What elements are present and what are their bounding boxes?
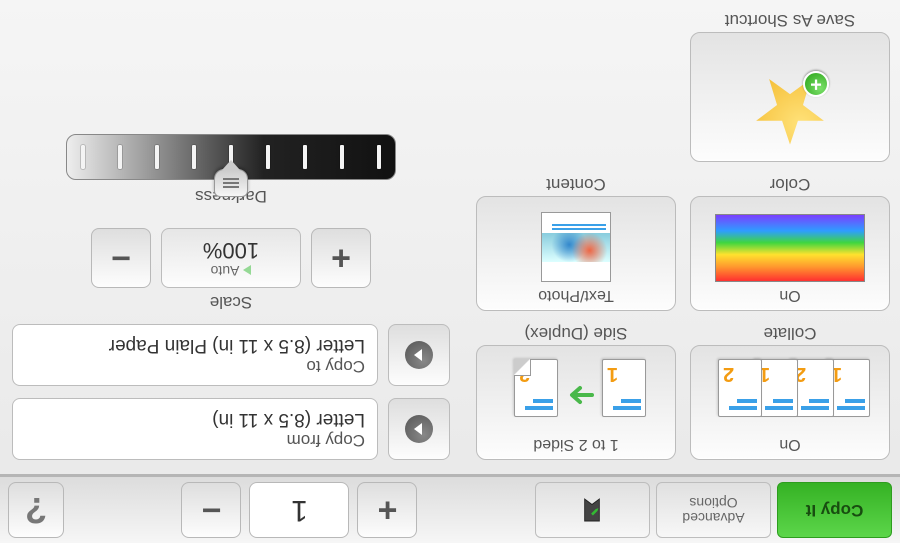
darkness-handle[interactable] bbox=[214, 169, 248, 197]
shortcut-caption: Save As Shortcut bbox=[725, 10, 855, 30]
help-button[interactable]: ? bbox=[8, 482, 64, 538]
copies-decrement-button[interactable]: − bbox=[182, 482, 242, 538]
copy-to-value: Letter (8.5 x 11 in) Plain Paper bbox=[25, 334, 365, 356]
copy-from-value: Letter (8.5 x 11 in) bbox=[25, 408, 365, 430]
scale-auto-label: Auto bbox=[211, 262, 240, 277]
text-photo-icon bbox=[541, 212, 611, 282]
scale-caption: Scale bbox=[210, 292, 253, 312]
darkness-group: Darkness bbox=[66, 134, 396, 206]
scale-group: Scale + Auto 100% − bbox=[91, 228, 371, 312]
collate-icon: 1 2 1 2 bbox=[718, 359, 862, 431]
settings-column: Copy from Letter (8.5 x 11 in) Copy to L… bbox=[12, 10, 450, 460]
scale-decrement-button[interactable]: − bbox=[91, 228, 151, 288]
star-add-icon: + bbox=[745, 65, 835, 155]
collate-tile[interactable]: On 1 2 1 2 bbox=[690, 345, 890, 460]
copy-it-button[interactable]: Copy It bbox=[777, 482, 892, 538]
darkness-slider[interactable] bbox=[66, 134, 396, 180]
top-toolbar: Copy It Advanced Options + 1 − ? bbox=[0, 474, 900, 543]
copy-to-label: Copy to bbox=[25, 356, 365, 376]
arrow-right-icon bbox=[566, 385, 594, 405]
content-caption: Content bbox=[546, 174, 606, 194]
color-value: On bbox=[779, 286, 800, 304]
collate-caption: Collate bbox=[764, 323, 817, 343]
content-value: Text/Photo bbox=[538, 286, 614, 304]
advanced-options-line2: Options bbox=[689, 495, 737, 510]
save-bookmark-button[interactable] bbox=[535, 482, 650, 538]
plus-badge-icon: + bbox=[803, 71, 829, 97]
collate-value: On bbox=[779, 435, 800, 453]
advanced-options-line1: Advanced bbox=[682, 510, 744, 525]
copy-from-select-button[interactable] bbox=[388, 398, 450, 460]
arrow-circle-icon bbox=[405, 415, 433, 443]
side-caption: Side (Duplex) bbox=[525, 323, 628, 343]
copies-stepper: + 1 − bbox=[182, 482, 418, 538]
side-duplex-tile[interactable]: 1 to 2 Sided 1 2 bbox=[476, 345, 676, 460]
save-as-shortcut-tile[interactable]: + bbox=[690, 32, 890, 162]
advanced-options-button[interactable]: Advanced Options bbox=[656, 482, 771, 538]
copy-to-select-button[interactable] bbox=[388, 324, 450, 386]
color-tile[interactable]: On bbox=[690, 196, 890, 311]
copy-screen: Copy It Advanced Options + 1 − ? On bbox=[0, 0, 900, 543]
arrow-circle-icon bbox=[405, 341, 433, 369]
copies-increment-button[interactable]: + bbox=[358, 482, 418, 538]
color-spectrum-icon bbox=[715, 214, 865, 282]
scale-increment-button[interactable]: + bbox=[311, 228, 371, 288]
copy-from-field[interactable]: Copy from Letter (8.5 x 11 in) bbox=[12, 398, 378, 460]
side-value: 1 to 2 Sided bbox=[533, 435, 618, 453]
color-caption: Color bbox=[770, 174, 811, 194]
copy-from-label: Copy from bbox=[25, 430, 365, 450]
duplex-icon: 1 2 bbox=[514, 359, 638, 431]
auto-arrow-icon bbox=[243, 265, 251, 275]
scale-value-box[interactable]: Auto 100% bbox=[161, 228, 301, 288]
main-body: On 1 2 1 2 Collate 1 to 2 Sided bbox=[0, 0, 900, 474]
copy-to-field[interactable]: Copy to Letter (8.5 x 11 in) Plain Paper bbox=[12, 324, 378, 386]
copies-value[interactable]: 1 bbox=[250, 482, 350, 538]
scale-value: 100% bbox=[203, 238, 259, 262]
bookmark-icon bbox=[582, 497, 604, 523]
content-tile[interactable]: Text/Photo bbox=[476, 196, 676, 311]
options-column: On 1 2 1 2 Collate 1 to 2 Sided bbox=[460, 10, 890, 460]
